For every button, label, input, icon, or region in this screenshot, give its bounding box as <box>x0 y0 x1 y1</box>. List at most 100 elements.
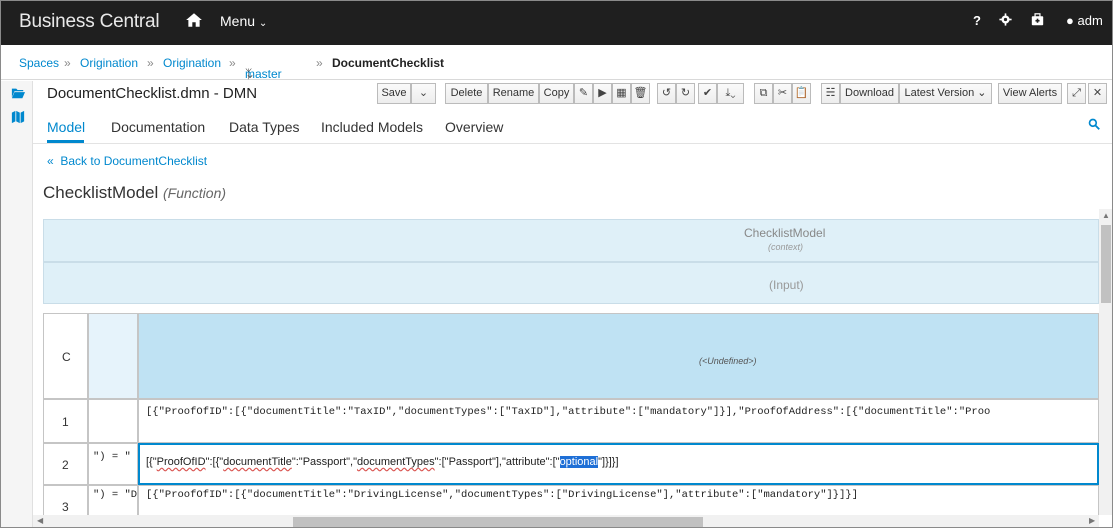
folder-open-icon[interactable] <box>11 86 25 100</box>
latest-version-label: Latest Version <box>904 87 975 99</box>
gear-icon[interactable] <box>999 13 1012 26</box>
json-text: "]}]}] <box>598 456 619 468</box>
copy-icon[interactable]: ⧉ <box>754 83 773 104</box>
home-icon[interactable] <box>185 11 203 29</box>
function-title: ChecklistModel (Function) <box>43 183 226 203</box>
menu-dropdown[interactable]: Menu ⌄ <box>220 13 267 29</box>
save-button[interactable]: Save <box>377 83 411 104</box>
chevron-down-icon: ⌄ <box>977 87 987 99</box>
dmn-grid: ChecklistModel (context) (Input) C (<Und… <box>43 219 1099 515</box>
scroll-right-icon[interactable]: ▶ <box>1089 516 1095 525</box>
row-key-cell[interactable] <box>88 399 138 443</box>
breadcrumb-project[interactable]: Origination <box>163 56 221 70</box>
row-value-cell[interactable]: [{"ProofOfID":[{"documentTitle":"TaxID",… <box>138 399 1099 443</box>
breadcrumb-spaces[interactable]: Spaces <box>19 56 59 70</box>
vertical-scroll-thumb[interactable] <box>1101 225 1111 303</box>
expand-icon[interactable]: ⤢ <box>1067 83 1086 104</box>
json-text: [{" <box>146 456 157 468</box>
tab-included-models[interactable]: Included Models <box>321 119 423 135</box>
breadcrumb-space[interactable]: Origination <box>80 56 138 70</box>
output-header-cell[interactable]: (<Undefined>) <box>138 313 1099 399</box>
row-value-input[interactable]: [{"ProofOfID":[{"documentTitle":"Passpor… <box>146 456 619 468</box>
export-download-icon[interactable]: ⤓⌄ <box>717 83 744 104</box>
grid-icon[interactable]: ▦ <box>612 83 631 104</box>
breadcrumb-separator: » <box>316 56 323 70</box>
spellcheck-word: documentTitle <box>223 456 292 468</box>
chevron-down-icon: ⌄ <box>245 67 256 81</box>
row-key-text: ") = "D <box>93 489 138 501</box>
active-tab-indicator <box>47 140 84 143</box>
breadcrumb-separator: » <box>147 56 154 70</box>
top-navbar: Business Central Menu ⌄ ? ● adm <box>1 1 1112 45</box>
row-number-cell[interactable]: 1 <box>43 399 88 443</box>
copy-button[interactable]: Copy <box>539 83 574 104</box>
undefined-label: (<Undefined>) <box>699 356 757 366</box>
chevron-down-icon: ⌄ <box>418 87 429 99</box>
row-value-editor[interactable]: [{"ProofOfID":[{"documentTitle":"Passpor… <box>138 443 1099 485</box>
tab-overview[interactable]: Overview <box>445 119 503 135</box>
chevron-down-icon: ⌄ <box>730 87 736 99</box>
function-kind: (Function) <box>163 185 227 201</box>
tab-documentation[interactable]: Documentation <box>111 119 205 135</box>
tab-data-types[interactable]: Data Types <box>229 119 300 135</box>
breadcrumb: Spaces » Origination » Origination » ᛉ m… <box>1 45 1112 81</box>
horizontal-scroll-thumb[interactable] <box>293 517 703 527</box>
sitemap-icon[interactable]: ☵ <box>821 83 840 104</box>
breadcrumb-current: DocumentChecklist <box>332 56 445 70</box>
help-icon[interactable]: ? <box>973 13 981 28</box>
close-icon[interactable]: ✕ <box>1088 83 1107 104</box>
row-value-text: [{"ProofOfID":[{"documentTitle":"TaxID",… <box>146 406 991 418</box>
context-header-cell[interactable]: ChecklistModel (context) <box>43 219 1099 262</box>
user-label: adm <box>1077 13 1103 28</box>
context-name: ChecklistModel <box>744 226 826 240</box>
editor-tabs: Model Documentation Data Types Included … <box>33 112 1112 144</box>
undo-icon[interactable]: ↺ <box>657 83 676 104</box>
view-alerts-button[interactable]: View Alerts <box>998 83 1062 104</box>
scroll-up-icon[interactable]: ▲ <box>1102 211 1110 220</box>
row-value-cell[interactable]: [{"ProofOfID":[{"documentTitle":"Driving… <box>138 485 1099 515</box>
row-key-cell[interactable]: ") = " <box>88 443 138 485</box>
editor-title: DocumentChecklist.dmn - DMN <box>47 85 258 102</box>
decision-table: C (<Undefined>) 1 [{"ProofOfID":[{"docum… <box>43 313 1099 515</box>
left-rail <box>1 81 33 527</box>
menu-label: Menu <box>220 13 256 29</box>
save-options-dropdown[interactable]: ⌄ <box>411 83 436 104</box>
application-window: Business Central Menu ⌄ ? ● adm Spaces »… <box>0 0 1113 528</box>
rename-button[interactable]: Rename <box>488 83 539 104</box>
play-icon[interactable]: ▶ <box>593 83 612 104</box>
paste-icon[interactable]: 📋 <box>792 83 811 104</box>
tasks-icon[interactable] <box>1031 13 1044 26</box>
rule-header-cell[interactable] <box>88 313 138 399</box>
row-number: 1 <box>62 415 69 429</box>
eraser-icon[interactable]: ✎ <box>574 83 593 104</box>
user-menu[interactable]: ● adm <box>1066 13 1103 28</box>
redo-icon[interactable]: ↻ <box>676 83 695 104</box>
trash-icon[interactable]: 🗑 <box>631 83 650 104</box>
cut-icon[interactable]: ✂ <box>773 83 792 104</box>
latest-version-dropdown[interactable]: Latest Version ⌄ <box>899 83 992 104</box>
search-icon[interactable] <box>1088 118 1100 130</box>
scroll-left-icon[interactable]: ◀ <box>37 516 43 525</box>
map-icon[interactable] <box>11 110 25 124</box>
double-chevron-left-icon: « <box>47 154 54 168</box>
function-name: ChecklistModel <box>43 183 159 202</box>
delete-button[interactable]: Delete <box>445 83 488 104</box>
back-link[interactable]: « Back to DocumentChecklist <box>47 154 207 168</box>
row-number-cell[interactable]: 3 <box>43 485 88 515</box>
column-header-c[interactable]: C <box>43 313 88 399</box>
row-key-cell[interactable]: ") = "D <box>88 485 138 515</box>
brand-title[interactable]: Business Central <box>19 11 160 33</box>
tab-model[interactable]: Model <box>47 119 85 135</box>
validate-check-icon[interactable]: ✔ <box>698 83 717 104</box>
row-number-cell[interactable]: 2 <box>43 443 88 485</box>
row-key-text: ") = " <box>93 451 131 463</box>
back-link-label: Back to DocumentChecklist <box>60 154 208 168</box>
user-icon: ● <box>1066 13 1074 28</box>
download-button[interactable]: Download <box>840 83 899 104</box>
column-header-label: C <box>62 350 71 364</box>
row-value-text: [{"ProofOfID":[{"documentTitle":"Driving… <box>146 489 859 501</box>
input-header-cell[interactable]: (Input) <box>43 262 1099 304</box>
json-text: ":[{" <box>205 456 224 468</box>
breadcrumb-separator: » <box>229 56 236 70</box>
json-text: ":["Passport"],"attribute":[" <box>434 456 560 468</box>
